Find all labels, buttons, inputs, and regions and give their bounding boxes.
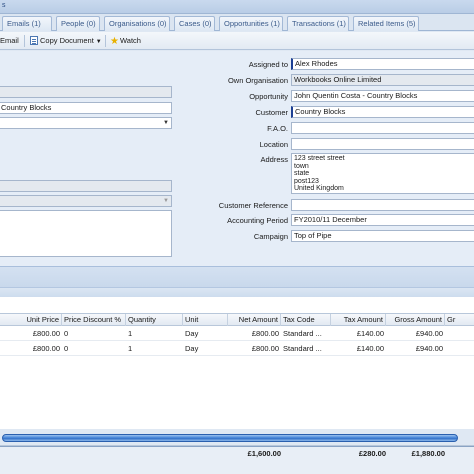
column-price-discount[interactable]: Price Discount % (62, 314, 126, 326)
cell-gross-amount: £940.00 (415, 329, 443, 338)
campaign-label: Campaign (253, 232, 288, 241)
toolbar-divider (24, 35, 25, 47)
own-organisation-field[interactable]: Workbooks Online Limited (291, 74, 474, 86)
left-customer-value: Country Blocks (1, 103, 52, 112)
chevron-down-icon: ▼ (95, 39, 102, 45)
column-gr[interactable]: Gr (445, 314, 474, 326)
left-field-1[interactable] (0, 86, 172, 98)
star-icon: ★ (110, 36, 119, 47)
column-unit[interactable]: Unit (183, 314, 228, 326)
chevron-down-icon: ▼ (163, 120, 169, 126)
line-items-header-band (0, 266, 474, 297)
document-form: Country Blocks ▼ ▼ Assigned to Alex Rhod… (0, 51, 474, 266)
address-textarea[interactable]: 123 street street town state post123 Uni… (291, 153, 474, 194)
left-select-field[interactable]: ▼ (0, 117, 172, 129)
window-header: s (0, 0, 474, 14)
cell-tax-amount: £140.00 (356, 329, 384, 338)
campaign-field[interactable]: Top of Pipe (291, 230, 474, 242)
address-label: Address (260, 155, 288, 164)
column-tax-amount[interactable]: Tax Amount (331, 314, 386, 326)
line-items-toolbar (0, 287, 474, 297)
tab-organisations[interactable]: Organisations (0) (104, 16, 170, 31)
tab-cases[interactable]: Cases (0) (174, 16, 215, 31)
copy-document-button[interactable]: Copy Document ▼ (30, 35, 102, 47)
chevron-down-icon: ▼ (163, 198, 169, 204)
customer-reference-label: Customer Reference (218, 201, 288, 210)
assigned-to-field[interactable]: Alex Rhodes (291, 58, 474, 70)
customer-reference-field[interactable] (291, 199, 474, 211)
totals-divider (0, 446, 474, 447)
column-unit-price[interactable]: Unit Price (0, 314, 62, 326)
scrollbar-thumb[interactable] (2, 434, 458, 442)
cell-quantity: 1 (128, 344, 133, 353)
left-select-field-2[interactable]: ▼ (0, 195, 172, 207)
horizontal-scrollbar[interactable] (0, 431, 474, 445)
cell-unit: Day (185, 329, 199, 338)
cell-unit-price: £800.00 (32, 329, 60, 338)
customer-label: Customer (255, 108, 288, 117)
cell-tax-code: Standard ... (283, 344, 322, 353)
location-label: Location (259, 140, 288, 149)
accounting-period-field[interactable]: FY2010/11 December (291, 214, 474, 226)
cell-price-discount: 0 (64, 344, 69, 353)
location-field[interactable] (291, 138, 474, 150)
watch-label: Watch (119, 36, 141, 45)
total-net-amount: £1,600.00 (247, 449, 281, 458)
table-row[interactable]: £800.00 0 1 Day £800.00 Standard ... £14… (0, 327, 474, 341)
table-row[interactable]: £800.00 0 1 Day £800.00 Standard ... £14… (0, 342, 474, 356)
document-icon (30, 36, 38, 45)
cell-unit: Day (185, 344, 199, 353)
copy-document-label: Copy Document (40, 36, 94, 45)
left-textarea[interactable] (0, 210, 172, 257)
opportunity-field[interactable]: John Quentin Costa - Country Blocks (291, 90, 474, 102)
own-organisation-label: Own Organisation (227, 76, 288, 85)
opportunity-label: Opportunity (249, 92, 288, 101)
cell-tax-amount: £140.00 (356, 344, 384, 353)
tab-related-items[interactable]: Related Items (5) (353, 16, 419, 31)
column-quantity[interactable]: Quantity (126, 314, 183, 326)
cell-price-discount: 0 (64, 329, 69, 338)
cell-net-amount: £800.00 (251, 329, 279, 338)
cell-tax-code: Standard ... (283, 329, 322, 338)
left-field-4[interactable] (0, 180, 172, 192)
column-gross-amount[interactable]: Gross Amount (386, 314, 445, 326)
header-title: s (2, 2, 6, 9)
toolbar-divider (105, 35, 106, 47)
customer-field[interactable]: Country Blocks (291, 106, 474, 118)
cell-quantity: 1 (128, 329, 133, 338)
fao-field[interactable] (291, 122, 474, 134)
line-items-grid: Unit Price Price Discount % Quantity Uni… (0, 297, 474, 429)
tab-transactions[interactable]: Transactions (1) (287, 16, 349, 31)
email-button[interactable]: Email (0, 35, 19, 47)
column-tax-code[interactable]: Tax Code (281, 314, 331, 326)
fao-label: F.A.O. (267, 124, 288, 133)
total-tax-amount: £280.00 (358, 449, 386, 458)
total-gross-amount: £1,880.00 (411, 449, 445, 458)
cell-gross-amount: £940.00 (415, 344, 443, 353)
tab-emails[interactable]: Emails (1) (2, 16, 52, 31)
tab-people[interactable]: People (0) (56, 16, 100, 31)
cell-unit-price: £800.00 (32, 344, 60, 353)
tab-opportunities[interactable]: Opportunities (1) (219, 16, 283, 31)
left-customer-field[interactable]: Country Blocks (0, 102, 172, 114)
totals-row: £1,600.00 £280.00 £1,880.00 (0, 445, 474, 474)
email-label: Email (0, 36, 19, 45)
tab-bar: Emails (1) People (0) Organisations (0) … (0, 14, 474, 31)
toolbar: Email Copy Document ▼ ★Watch (0, 32, 474, 50)
column-net-amount[interactable]: Net Amount (228, 314, 281, 326)
cell-net-amount: £800.00 (251, 344, 279, 353)
accounting-period-label: Accounting Period (227, 216, 288, 225)
watch-button[interactable]: ★Watch (110, 35, 141, 47)
grid-header: Unit Price Price Discount % Quantity Uni… (0, 313, 474, 326)
assigned-to-label: Assigned to (248, 60, 288, 69)
